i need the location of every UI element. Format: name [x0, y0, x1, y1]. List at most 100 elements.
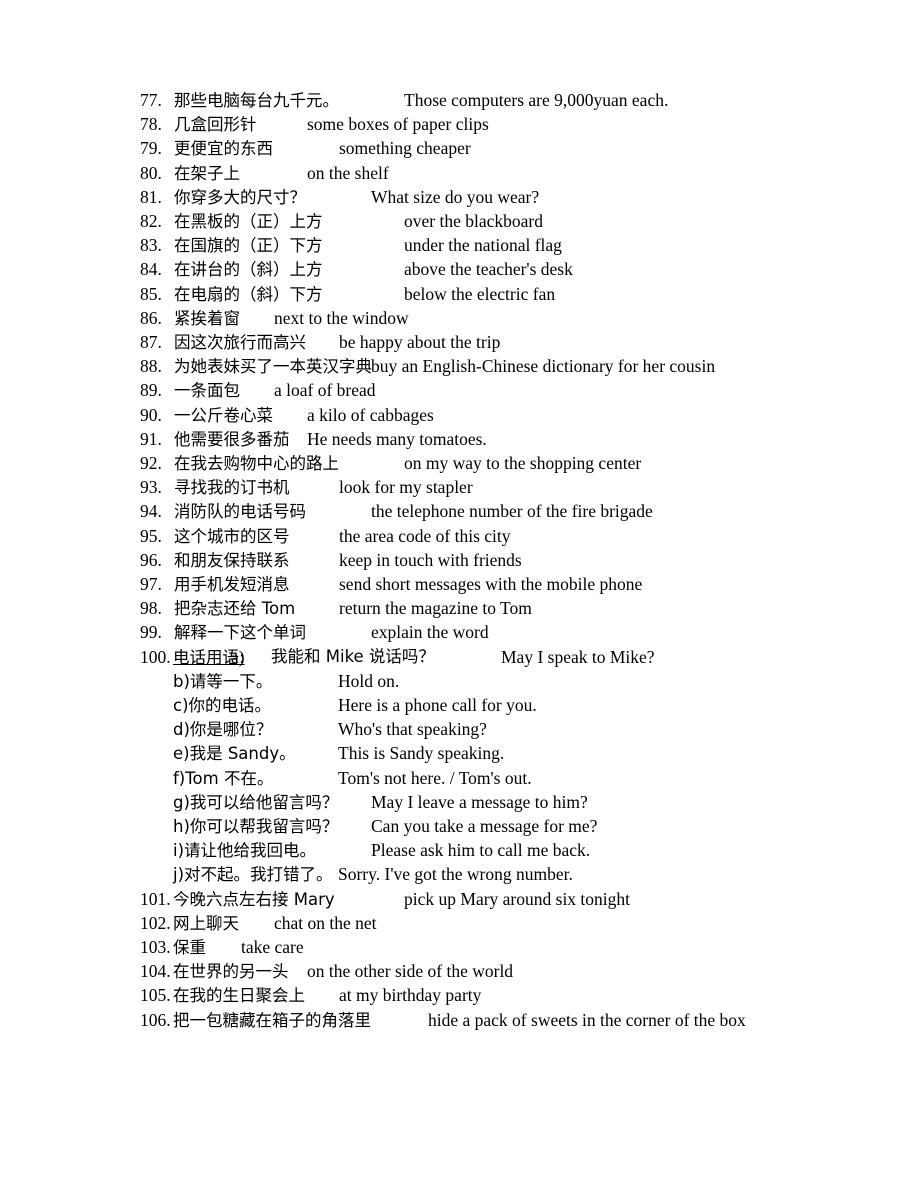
english-text: on the other side of the world — [307, 961, 514, 982]
english-text: This is Sandy speaking. — [338, 743, 505, 764]
english-text: on my way to the shopping center — [404, 453, 642, 473]
entry-number: 85. — [140, 283, 162, 304]
chinese-text: 你穿多大的尺寸？ — [174, 187, 306, 207]
chinese-text: 那些电脑每台九千元。 — [174, 91, 339, 110]
vocab-entry: 79. 更便宜的东西 something cheaper — [140, 136, 900, 160]
entry-number: 79. — [140, 138, 162, 159]
english-text: next to the window — [274, 307, 409, 328]
entry-number: 96. — [140, 549, 162, 570]
chinese-text: 把一包糖藏在箱子的角落里 — [173, 1010, 371, 1030]
english-text: May I speak to Mike? — [501, 646, 655, 667]
chinese-text: 在电扇的（斜）下方 — [174, 284, 323, 304]
english-text: hide a pack of sweets in the corner of t… — [428, 1009, 746, 1030]
chinese-text: 和朋友保持联系 — [174, 550, 290, 570]
entry-number: 98. — [140, 598, 162, 619]
vocab-entry: 87. 因这次旅行而高兴 be happy about the trip — [140, 330, 900, 354]
vocab-entry: 106. 把一包糖藏在箱子的角落里 hide a pack of sweets in… — [140, 1008, 900, 1032]
english-text: above the teacher's desk — [404, 259, 573, 280]
vocab-entry: 89. 一条面包 a loaf of bread — [140, 378, 900, 402]
entry-number: 83. — [140, 235, 162, 256]
chinese-text: 他需要很多番茄 — [174, 429, 290, 449]
chinese-text: 在国旗的（正）下方 — [174, 236, 323, 256]
english-text: May I leave a message to him? — [371, 791, 588, 812]
entry-number: 91. — [140, 428, 162, 449]
english-text: Can you take a message for me? — [371, 816, 598, 836]
chinese-text: 因这次旅行而高兴 — [174, 333, 306, 352]
vocab-sub-entry: c)你的电话。 Here is a phone call for you. — [173, 693, 920, 717]
chinese-text: Tom 不在。 — [185, 768, 274, 788]
vocab-sub-entry: b)请等一下。 Hold on. — [173, 669, 920, 693]
vocab-entry: 91. 他需要很多番茄 He needs many tomatoes. — [140, 427, 900, 451]
entry-number: 82. — [140, 211, 162, 231]
vocab-entry: 101. 今晚六点左右接 Mary pick up Mary around six … — [140, 887, 900, 911]
entry-number: 92. — [140, 453, 162, 473]
english-text: return the magazine to Tom — [339, 598, 532, 619]
chinese-text: 在讲台的（斜）上方 — [174, 260, 323, 280]
chinese-text: 在我去购物中心的路上 — [174, 454, 339, 473]
english-text: on the shelf — [307, 162, 389, 183]
sub-item-label: a) — [231, 646, 245, 667]
vocab-entry: 92. 在我去购物中心的路上 on my way to the shopping c… — [140, 451, 900, 475]
english-text: Here is a phone call for you. — [338, 695, 537, 715]
chinese-text: 今晚六点左右接 Mary — [173, 889, 335, 909]
entry-number: 93. — [140, 477, 162, 498]
chinese-text: 我是 Sandy。 — [189, 744, 296, 764]
entry-number: 101. — [140, 888, 171, 909]
entry-number: 97. — [140, 574, 162, 594]
entry-number: 89. — [140, 380, 162, 401]
english-text: He needs many tomatoes. — [307, 428, 487, 449]
chinese-text: 紧挨着窗 — [174, 308, 240, 328]
english-text: chat on the net — [274, 912, 377, 933]
english-text: below the electric fan — [404, 283, 556, 304]
vocab-entry: 94. 消防队的电话号码 the telephone number of the f… — [140, 499, 900, 523]
english-text: the telephone number of the fire brigade — [371, 501, 653, 522]
sub-item-label: e) — [173, 744, 190, 764]
vocab-sub-entry: h)你可以帮我留言吗？ Can you take a message for me… — [173, 814, 920, 838]
vocab-entry: 95. 这个城市的区号 the area code of this city — [140, 524, 900, 548]
entry-number: 99. — [140, 622, 162, 643]
english-text: something cheaper — [339, 138, 471, 159]
chinese-text: 用手机发短消息 — [174, 575, 290, 594]
vocab-entry: 80. 在架子上 on the shelf — [140, 161, 900, 185]
english-text: Sorry. I've got the wrong number. — [338, 864, 573, 885]
chinese-text: 请让他给我回电。 — [184, 841, 317, 861]
vocab-entry: 84. 在讲台的（斜）上方 above the teacher's desk — [140, 257, 900, 281]
vocab-entry: 100. 电话用语: a) 我能和 Mike 说话吗？ May I speak to M… — [140, 645, 900, 669]
chinese-text: 你是哪位？ — [189, 720, 273, 740]
chinese-text: 几盒回形针 — [174, 115, 257, 135]
chinese-text: 消防队的电话号码 — [174, 502, 306, 522]
chinese-text: 为她表妹买了一本英汉字典 — [174, 357, 372, 377]
chinese-text: 你的电话。 — [188, 696, 272, 715]
vocab-entry: 98. 把杂志还给 Tom return the magazine to Tom — [140, 596, 900, 620]
entry-number: 88. — [140, 356, 162, 377]
chinese-text: 在世界的另一头 — [173, 962, 289, 982]
sub-item-label: i) — [173, 841, 185, 861]
english-text: at my birthday party — [339, 985, 482, 1006]
english-text: Tom's not here. / Tom's out. — [338, 767, 532, 788]
english-text: send short messages with the mobile phon… — [339, 574, 643, 594]
english-text: some boxes of paper clips — [307, 114, 489, 135]
chinese-text: 请等一下。 — [189, 671, 273, 691]
vocab-sub-entry: j)对不起。我打错了。 Sorry. I've got the wrong num… — [173, 862, 920, 886]
chinese-text: 网上聊天 — [173, 913, 239, 933]
english-text: look for my stapler — [339, 477, 473, 498]
vocab-entry: 93. 寻找我的订书机 look for my stapler — [140, 475, 900, 499]
vocab-entry: 81. 你穿多大的尺寸？ What size do you wear? — [140, 185, 900, 209]
vocab-entry: 88. 为她表妹买了一本英汉字典 buy an English-Chinese di… — [140, 354, 900, 378]
sub-item-label: j) — [173, 865, 185, 885]
vocab-entry: 102. 网上聊天 chat on the net — [140, 911, 900, 935]
sub-item-label: d) — [173, 720, 190, 740]
vocab-entry: 77. 那些电脑每台九千元。 Those computers are 9,000yu… — [140, 88, 900, 112]
sub-item-label: b) — [173, 671, 190, 691]
english-text: a kilo of cabbages — [307, 404, 434, 425]
entry-number: 84. — [140, 259, 162, 280]
entry-number: 78. — [140, 114, 162, 135]
chinese-text: 保重 — [173, 938, 206, 957]
entry-number: 86. — [140, 307, 162, 328]
entry-number: 103. — [140, 937, 171, 957]
sub-item-label: f) — [173, 768, 186, 788]
sub-item-label: c) — [173, 696, 189, 715]
vocab-sub-entry: d)你是哪位？ Who's that speaking? — [173, 717, 920, 741]
vocab-entry: 90. 一公斤卷心菜 a kilo of cabbages — [140, 403, 900, 427]
vocab-entry: 85. 在电扇的（斜）下方 below the electric fan — [140, 282, 900, 306]
